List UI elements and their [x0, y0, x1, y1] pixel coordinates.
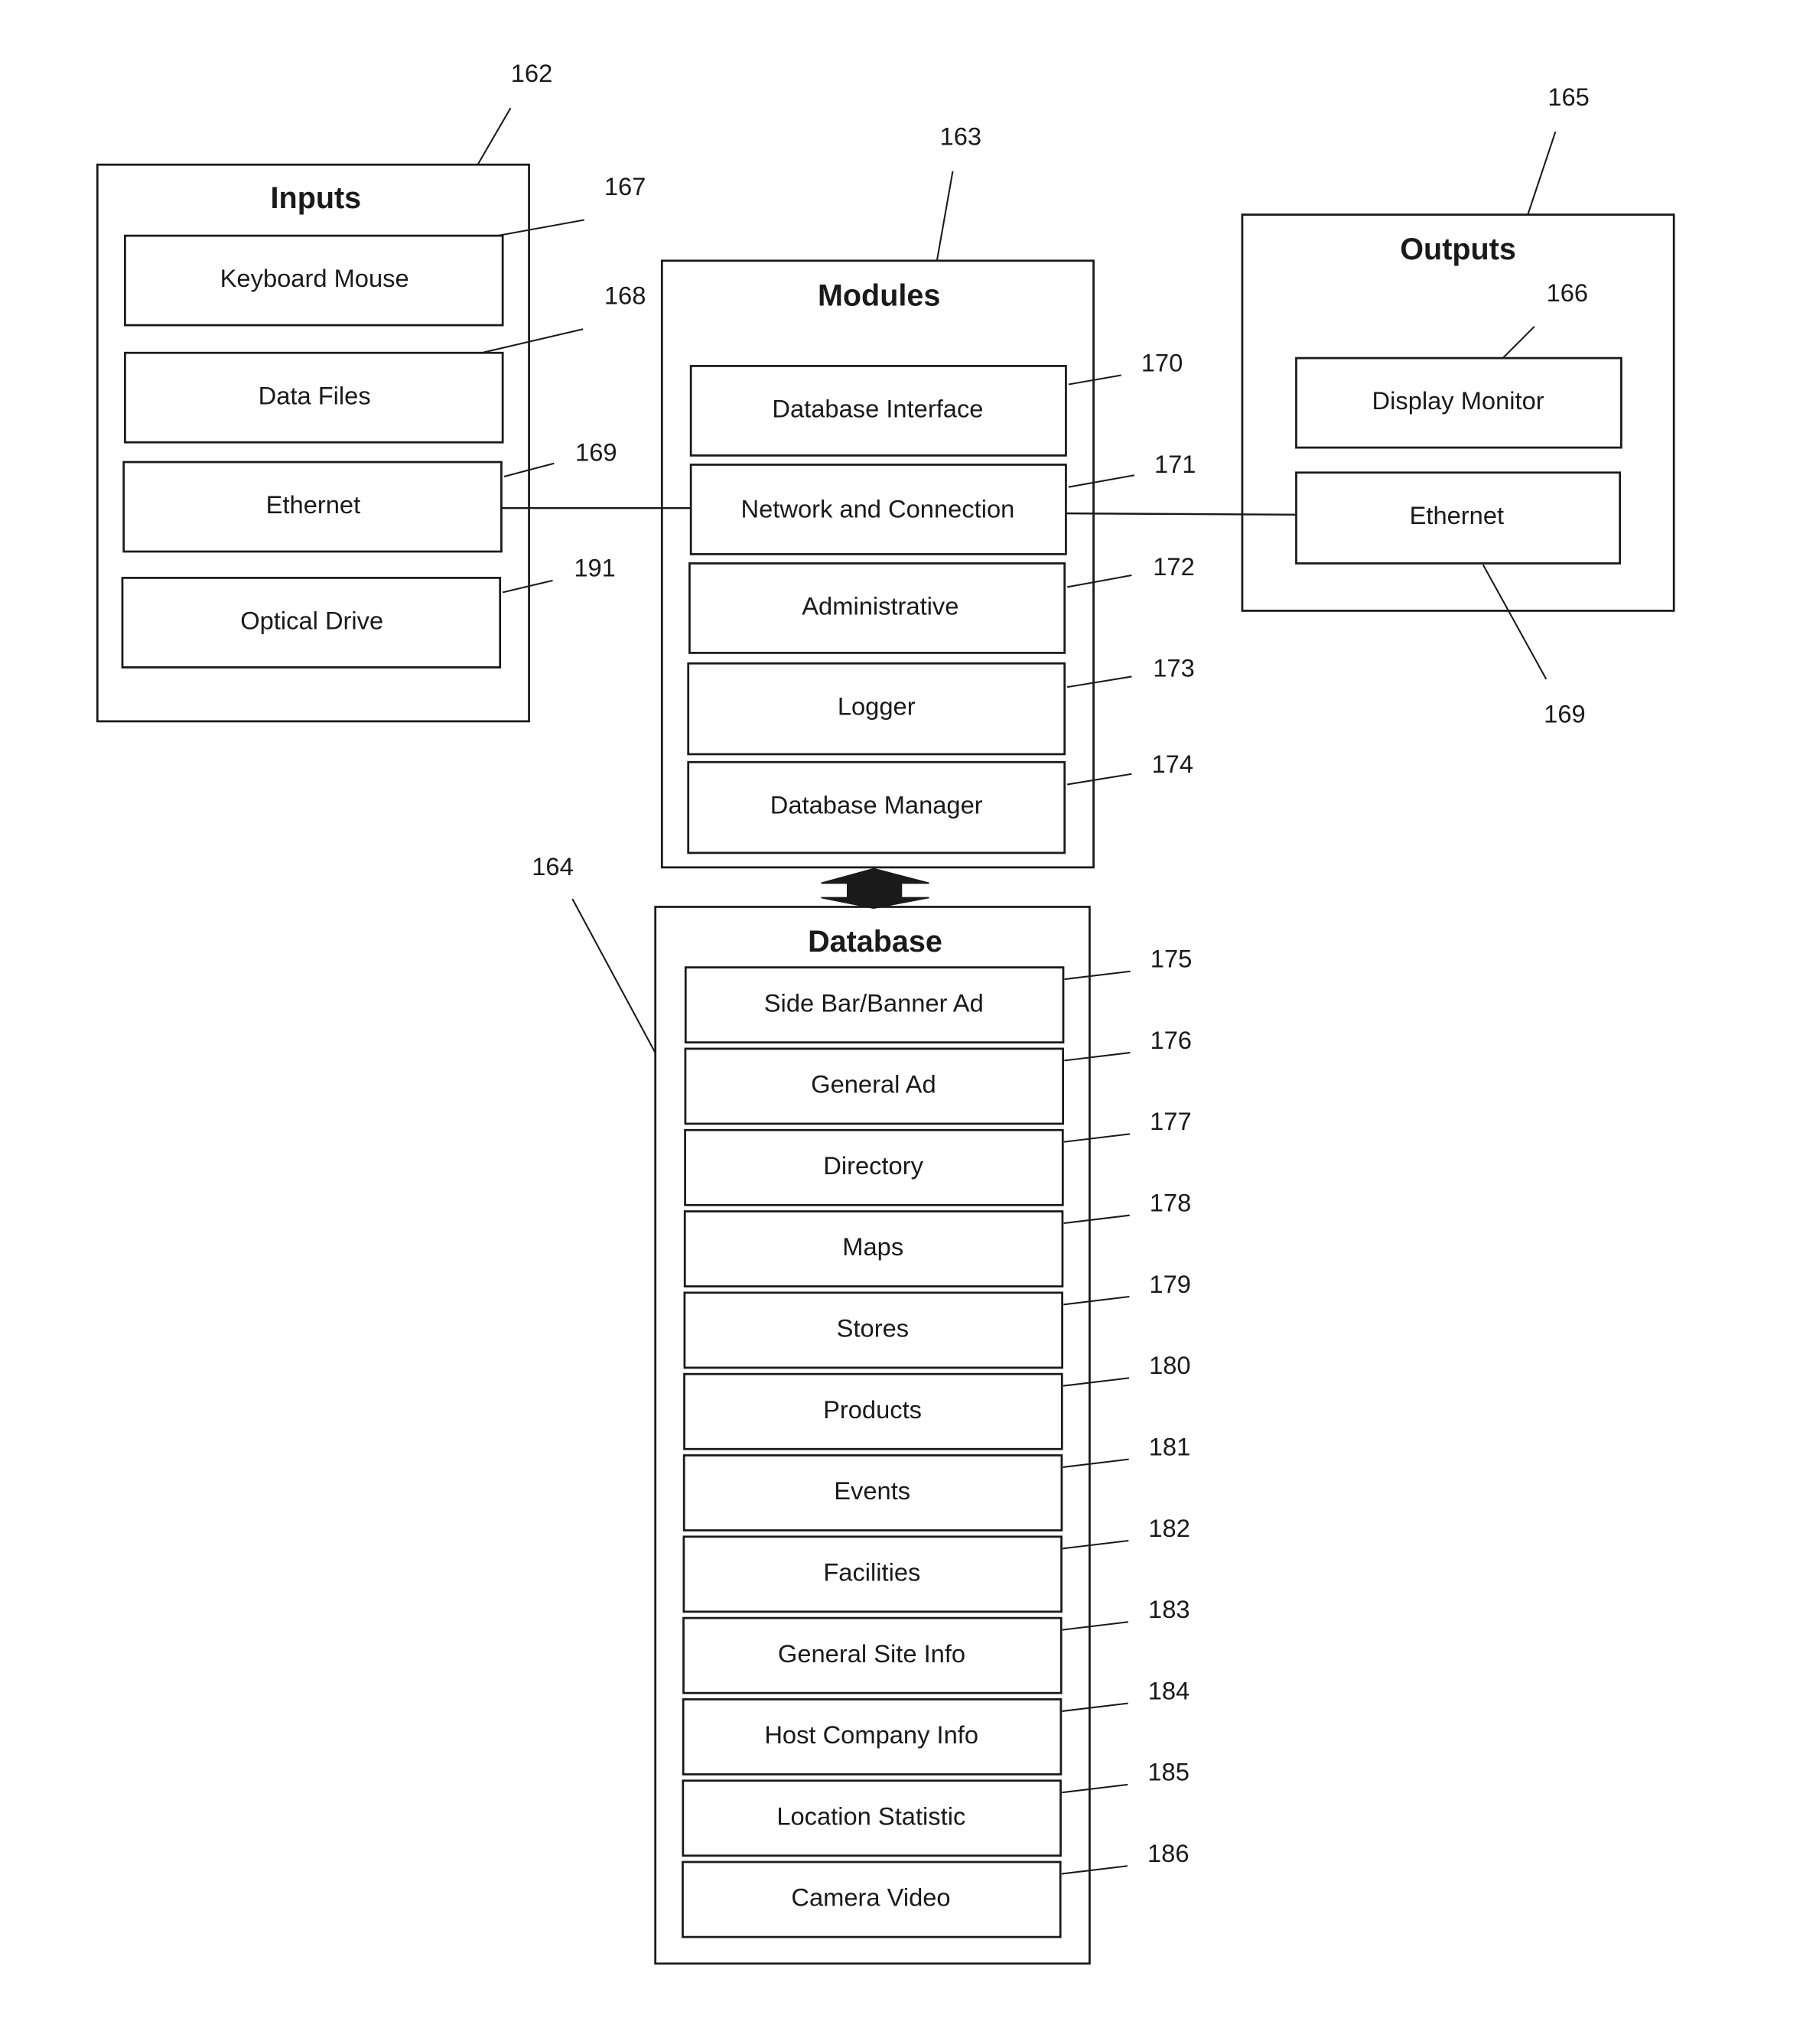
- leader-line: [481, 328, 584, 354]
- module-item-ref: 170: [1141, 348, 1183, 376]
- leader-line: [1063, 1133, 1131, 1143]
- database-group: Database 164 Side Bar/Banner Ad 175 Genera…: [532, 852, 1192, 1965]
- output-item-ref: 166: [1547, 278, 1589, 307]
- leader-line: [1063, 1458, 1129, 1468]
- database-items: Side Bar/Banner Ad 175 General Ad 176 Direct…: [682, 945, 1192, 1938]
- database-item-ref: 181: [1149, 1432, 1191, 1460]
- leader-line: [1068, 374, 1121, 386]
- leader-line: [1066, 773, 1132, 786]
- database-item-ref: 176: [1150, 1026, 1192, 1054]
- input-item-label: Data Files: [259, 381, 371, 409]
- outputs-title: Outputs: [1400, 233, 1516, 266]
- leader-line: [1062, 1702, 1128, 1712]
- input-item-label: Ethernet: [266, 490, 361, 519]
- database-item-label: Host Company Info: [764, 1720, 978, 1749]
- module-item-label: Database Interface: [772, 395, 983, 423]
- output-item-ethernet: Ethernet 169: [1295, 471, 1622, 728]
- system-block-diagram: Inputs 162 Keyboard Mouse 167 Data Files…: [96, 59, 1675, 1965]
- input-item-label: Optical Drive: [240, 607, 383, 635]
- database-item-ref: 186: [1147, 1839, 1190, 1867]
- database-item-label: Directory: [823, 1151, 923, 1180]
- leader-line: [497, 219, 584, 237]
- leader-line: [1062, 1783, 1128, 1794]
- leader-line: [1064, 1052, 1131, 1062]
- database-item-label: Stores: [837, 1314, 909, 1343]
- database-item-ref: 180: [1149, 1351, 1191, 1379]
- database-item-label: Events: [834, 1476, 910, 1505]
- modules-title: Modules: [818, 278, 940, 312]
- module-item-database-interface: Database Interface 170: [689, 348, 1183, 457]
- database-item-ref: 175: [1150, 945, 1193, 973]
- database-leader-line: [571, 898, 656, 1053]
- database-item-side-bar-banner-ad: Side Bar/Banner Ad 175: [684, 945, 1193, 1044]
- leader-line: [1066, 675, 1132, 688]
- database-item-label: Location Statistic: [776, 1802, 965, 1830]
- leader-line: [1061, 1865, 1128, 1875]
- module-item-label: Database Manager: [770, 790, 983, 819]
- output-item-label: Ethernet: [1410, 501, 1505, 529]
- module-item-label: Logger: [838, 692, 916, 720]
- outputs-ref: 165: [1548, 83, 1590, 111]
- output-item-display-monitor: Display Monitor 166: [1295, 278, 1622, 449]
- outputs-group: Outputs 165 Display Monitor 166 Ethernet…: [1241, 83, 1675, 728]
- module-item-database-manager: Database Manager 174: [687, 750, 1194, 854]
- module-item-network-and-connection: Network and Connection 171: [689, 450, 1196, 555]
- input-item-label: Keyboard Mouse: [220, 264, 409, 292]
- module-item-logger: Logger 173: [687, 653, 1195, 756]
- inputs-title: Inputs: [271, 181, 362, 215]
- database-item-ref: 177: [1150, 1107, 1192, 1135]
- leader-line: [502, 579, 553, 594]
- module-item-ref: 172: [1153, 552, 1195, 581]
- input-item-ref: 168: [604, 282, 646, 310]
- input-item-keyboard-mouse: Keyboard Mouse 167: [124, 172, 646, 327]
- modules-group: Modules 163 Database Interface 170 Netwo…: [660, 122, 1196, 869]
- input-item-optical-drive: Optical Drive 191: [121, 554, 616, 669]
- database-item-label: General Site Info: [778, 1639, 965, 1668]
- module-item-ref: 171: [1154, 450, 1196, 478]
- module-item-ref: 173: [1153, 653, 1195, 682]
- inputs-group: Inputs 162 Keyboard Mouse 167 Data Files…: [96, 59, 646, 723]
- database-item-label: Maps: [842, 1232, 903, 1261]
- leader-line: [1064, 970, 1131, 981]
- database-item-label: Camera Video: [791, 1883, 950, 1912]
- database-item-ref: 184: [1148, 1676, 1190, 1704]
- leader-line: [1063, 1214, 1130, 1225]
- output-item-label: Display Monitor: [1372, 386, 1544, 415]
- inputs-ref: 162: [511, 59, 553, 87]
- module-item-label: Administrative: [802, 592, 958, 620]
- leader-line: [1502, 326, 1535, 359]
- leader-line: [1063, 1539, 1129, 1550]
- modules-leader-line: [936, 171, 954, 261]
- module-item-administrative: Administrative 172: [688, 552, 1195, 654]
- outputs-leader-line: [1527, 131, 1557, 215]
- database-item-ref: 179: [1149, 1270, 1191, 1298]
- leader-line: [1062, 1621, 1129, 1631]
- database-item-label: Products: [823, 1395, 922, 1424]
- leader-line: [1066, 574, 1132, 588]
- input-item-ref: 169: [575, 438, 617, 466]
- database-item-label: General Ad: [811, 1070, 936, 1098]
- module-item-ref: 174: [1152, 750, 1194, 778]
- modules-ref: 163: [940, 122, 982, 150]
- module-item-label: Network and Connection: [741, 494, 1015, 522]
- database-item-ref: 185: [1147, 1758, 1190, 1786]
- output-item-ref: 169: [1544, 700, 1586, 728]
- input-item-ref: 191: [574, 554, 616, 582]
- database-ref: 164: [532, 852, 574, 880]
- leader-line: [1063, 1377, 1130, 1387]
- database-title: Database: [808, 925, 942, 959]
- database-item-label: Facilities: [823, 1557, 920, 1586]
- input-item-ref: 167: [604, 172, 646, 200]
- database-item-ref: 183: [1148, 1595, 1190, 1623]
- leader-line: [1068, 474, 1135, 488]
- database-item-ref: 182: [1148, 1514, 1190, 1542]
- leader-line: [1482, 564, 1548, 680]
- input-item-ethernet: Ethernet 169: [122, 438, 617, 553]
- bidirectional-arrow-icon: [821, 867, 929, 910]
- database-item-ref: 178: [1150, 1189, 1192, 1217]
- database-item-label: Side Bar/Banner Ad: [764, 988, 984, 1017]
- inputs-leader-line: [477, 107, 512, 165]
- leader-line: [1063, 1295, 1130, 1306]
- connector-network-to-output-ethernet: [1066, 512, 1297, 516]
